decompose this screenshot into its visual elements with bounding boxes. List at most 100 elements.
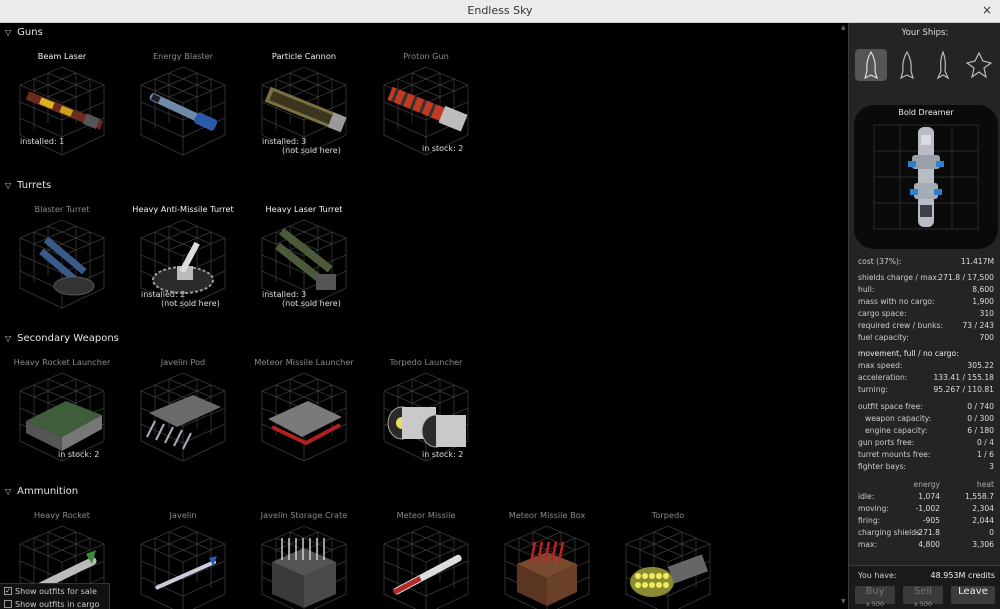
- outfit-beam-laser[interactable]: Beam Laser installed: 1: [7, 47, 117, 157]
- outfit-installed-count: installed: 3: [262, 290, 307, 299]
- ship-thumbnail[interactable]: [963, 49, 995, 81]
- you-have-label: You have:: [858, 571, 897, 580]
- heat-column-label: heat: [976, 480, 994, 489]
- outfit-energy-blaster[interactable]: Energy Blaster: [128, 47, 238, 157]
- category-header-guns[interactable]: ▽ Guns: [5, 27, 43, 38]
- outfit-name: Javelin Storage Crate: [260, 510, 348, 520]
- outfit-meteor-box[interactable]: Meteor Missile Box: [492, 506, 602, 609]
- stat-label: fighter bays:: [858, 462, 907, 471]
- ship-thumbnail[interactable]: [891, 49, 923, 81]
- outfit-meteor-missile[interactable]: Meteor Missile: [371, 506, 481, 609]
- stat-value: 271.8 / 17,500: [938, 273, 994, 282]
- stat-value: 11.417M: [960, 257, 994, 266]
- outfit-name: Heavy Rocket: [33, 510, 91, 520]
- stat-value: 700: [979, 333, 995, 342]
- energy-value: -905: [922, 516, 940, 525]
- show-in-cargo-checkbox[interactable]: Show outfits in cargo: [0, 598, 109, 609]
- buy-button[interactable]: Buy x 500: [855, 586, 895, 608]
- stat-label: outfit space free:: [858, 402, 923, 411]
- outfit-name: Proton Gun: [403, 51, 449, 61]
- stat-row: cost (37%): 11.417M: [858, 257, 994, 268]
- stat-value: 0 / 300: [967, 414, 994, 423]
- outfit-name: Torpedo Launcher: [389, 357, 463, 367]
- movement-heading: movement, full / no cargo:: [858, 349, 994, 360]
- outfit-name: Meteor Missile Box: [508, 510, 586, 520]
- stat-value: 310: [979, 309, 995, 318]
- outfit-list[interactable]: ▽ Guns Beam Laser installed: 1 Energy Blaste…: [0, 23, 848, 609]
- ship-thumbnail-selected[interactable]: [855, 49, 887, 81]
- outfit-installed-count: installed: 3: [262, 137, 307, 146]
- stat-value: 305.22: [967, 361, 994, 370]
- energy-heat-row: max: 4,800 3,306: [858, 540, 994, 551]
- show-for-sale-checkbox[interactable]: ✓ Show outfits for sale: [0, 585, 109, 597]
- leave-label: Leave: [958, 586, 988, 597]
- outfit-blaster-turret[interactable]: Blaster Turret: [7, 200, 117, 310]
- outfit-torpedo[interactable]: Torpedo: [613, 506, 723, 609]
- outfit-javelin-pod[interactable]: Javelin Pod: [128, 353, 238, 463]
- outfit-thumbnail-blaster-turret: [19, 219, 105, 309]
- leave-button[interactable]: Leave: [951, 586, 995, 604]
- outfit-thumbnail-javelin-crate: [261, 525, 347, 609]
- scroll-up-icon[interactable]: ▲: [841, 24, 846, 31]
- stat-label: turret mounts free:: [858, 450, 931, 459]
- outfit-proton-gun[interactable]: Proton Gun in stock: 2: [371, 47, 481, 157]
- stat-row: hull: 8,600: [858, 285, 994, 296]
- stat-row: fuel capacity: 700: [858, 333, 994, 344]
- checkbox-unchecked-icon: [4, 600, 12, 608]
- collapse-triangle-icon: ▽: [5, 28, 12, 37]
- ship-info-panel: Your Ships: Bold Dreamer cost (37%): 11.…: [848, 23, 1000, 609]
- stat-label: shields charge / max:: [858, 273, 940, 282]
- ship-preview: Bold Dreamer: [854, 105, 998, 249]
- energy-heat-row: firing: -905 2,044: [858, 516, 994, 527]
- outfit-laser-turret[interactable]: Heavy Laser Turret installed: 3 (not sold …: [249, 200, 359, 310]
- category-header-turrets[interactable]: ▽ Turrets: [5, 180, 51, 191]
- category-label: Turrets: [17, 180, 52, 191]
- heat-value: 0: [989, 528, 994, 537]
- stat-value: 6 / 180: [967, 426, 994, 435]
- stat-row: cargo space: 310: [858, 309, 994, 320]
- stat-row: fighter bays: 3: [858, 462, 994, 473]
- outfit-javelin[interactable]: Javelin: [128, 506, 238, 609]
- stat-row: max speed: 305.22: [858, 361, 994, 372]
- energy-heat-label: max:: [858, 540, 878, 549]
- energy-heat-row: charging shields: -271.8 0: [858, 528, 994, 539]
- energy-value: 1,074: [918, 492, 940, 501]
- stat-label: weapon capacity:: [865, 414, 932, 423]
- category-header-secondary-weapons[interactable]: ▽ Secondary Weapons: [5, 333, 119, 344]
- window-titlebar: Endless Sky ×: [0, 0, 1000, 23]
- energy-value: 4,800: [918, 540, 940, 549]
- category-header-ammunition[interactable]: ▽ Ammunition: [5, 486, 78, 497]
- stat-label: engine capacity:: [865, 426, 928, 435]
- outfit-meteor-launcher[interactable]: Meteor Missile Launcher: [249, 353, 359, 463]
- outfit-stock-count: in stock: 2: [422, 144, 464, 153]
- outfit-torpedo-launcher[interactable]: Torpedo Launcher in stock: 2: [371, 353, 481, 463]
- your-ships-heading: Your Ships:: [901, 28, 949, 38]
- energy-heat-label: moving:: [858, 504, 889, 513]
- outfit-filters: ✓ Show outfits for sale Show outfits in …: [0, 583, 110, 609]
- stat-row: turning: 95.267 / 110.81: [858, 385, 994, 396]
- ship-thumbnail[interactable]: [927, 49, 959, 81]
- outfit-not-sold-note: (not sold here): [161, 299, 220, 308]
- buy-label: Buy: [865, 586, 885, 597]
- outfit-name: Meteor Missile Launcher: [254, 357, 354, 367]
- outfit-anti-missile-turret[interactable]: Heavy Anti-Missile Turret installed: 2 (no…: [128, 200, 238, 310]
- outfit-particle-cannon[interactable]: Particle Cannon installed: 3 (not sold her…: [249, 47, 359, 157]
- outfit-name: Energy Blaster: [152, 51, 214, 61]
- outfit-thumbnail-javelin: [140, 525, 226, 609]
- stat-row: gun ports free: 0 / 4: [858, 438, 994, 449]
- stat-label: mass with no cargo:: [858, 297, 935, 306]
- energy-heat-label: firing:: [858, 516, 881, 525]
- outfit-javelin-crate[interactable]: Javelin Storage Crate: [249, 506, 359, 609]
- outfit-stock-count: in stock: 2: [58, 450, 100, 459]
- stat-value: 95.267 / 110.81: [933, 385, 994, 394]
- checkbox-checked-icon: ✓: [4, 587, 12, 595]
- outfit-not-sold-note: (not sold here): [282, 146, 341, 155]
- sell-button[interactable]: Sell x 500: [903, 586, 943, 608]
- stat-row: outfit space free: 0 / 740: [858, 402, 994, 413]
- close-icon[interactable]: ×: [982, 3, 992, 17]
- ship-preview-art: [873, 124, 979, 230]
- outfit-rocket-launcher[interactable]: Heavy Rocket Launcher in stock: 2: [7, 353, 117, 463]
- show-for-sale-label: Show outfits for sale: [15, 586, 97, 596]
- outfit-name: Heavy Laser Turret: [265, 204, 343, 214]
- scroll-down-icon[interactable]: ▼: [841, 598, 846, 605]
